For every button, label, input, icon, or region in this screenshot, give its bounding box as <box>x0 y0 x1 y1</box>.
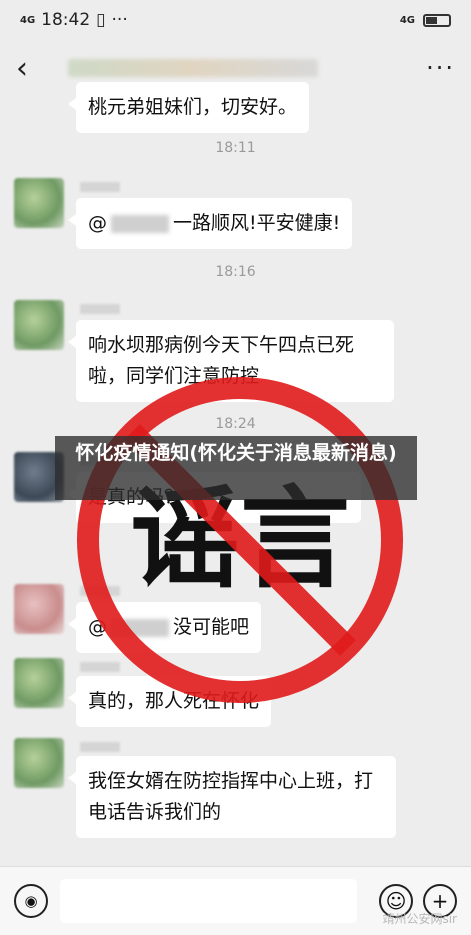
status-time: 18:42 <box>41 10 91 30</box>
avatar[interactable] <box>14 584 64 634</box>
status-right: 4G <box>399 13 451 27</box>
rumor-stamp: 谣言 <box>77 377 403 703</box>
avatar[interactable] <box>14 178 64 228</box>
status-bar: 4G 18:42 ▯ ··· 4G <box>0 0 471 40</box>
message-text: 我侄女婿在防控指挥中心上班，打电话告诉我们的 <box>88 770 374 823</box>
message-bubble[interactable]: @ 一路顺风!平安健康! <box>67 198 353 249</box>
avatar[interactable] <box>14 300 64 350</box>
nickname-blurred <box>80 182 120 192</box>
article-title-overlay: 怀化疫情通知(怀化关于消息最新消息) <box>55 436 417 500</box>
message-text: 桃元弟姐妹们，切安好。 <box>88 96 298 118</box>
more-icon[interactable]: ··· <box>426 54 455 82</box>
message-input[interactable] <box>60 879 357 923</box>
battery-icon <box>423 13 451 27</box>
message-bubble[interactable]: 我侄女婿在防控指挥中心上班，打电话告诉我们的 <box>68 756 396 838</box>
network-indicator-left: 4G <box>20 14 36 26</box>
back-icon[interactable]: ‹ <box>16 51 46 86</box>
avatar[interactable] <box>14 738 64 788</box>
mention-prefix: @ <box>88 212 107 234</box>
nickname-blurred <box>80 304 120 314</box>
timestamp: 18:16 <box>215 264 256 280</box>
network-indicator-right: 4G <box>399 14 415 26</box>
mention-name-blurred <box>111 214 169 233</box>
sim-icon: ▯ <box>96 10 106 30</box>
message-bubble[interactable]: 桃元弟姐妹们，切安好。 <box>67 82 310 133</box>
voice-icon[interactable]: ◉ <box>14 884 48 918</box>
timestamp: 18:11 <box>215 140 256 156</box>
nickname-blurred <box>80 742 120 752</box>
avatar[interactable] <box>14 658 64 708</box>
watermark: 靖州公安网sir <box>382 912 457 926</box>
status-left: 4G 18:42 ▯ ··· <box>20 10 128 30</box>
notification-dots: ··· <box>111 10 128 30</box>
message-text: 一路顺风!平安健康! <box>173 212 341 234</box>
group-title-blurred <box>68 56 426 80</box>
